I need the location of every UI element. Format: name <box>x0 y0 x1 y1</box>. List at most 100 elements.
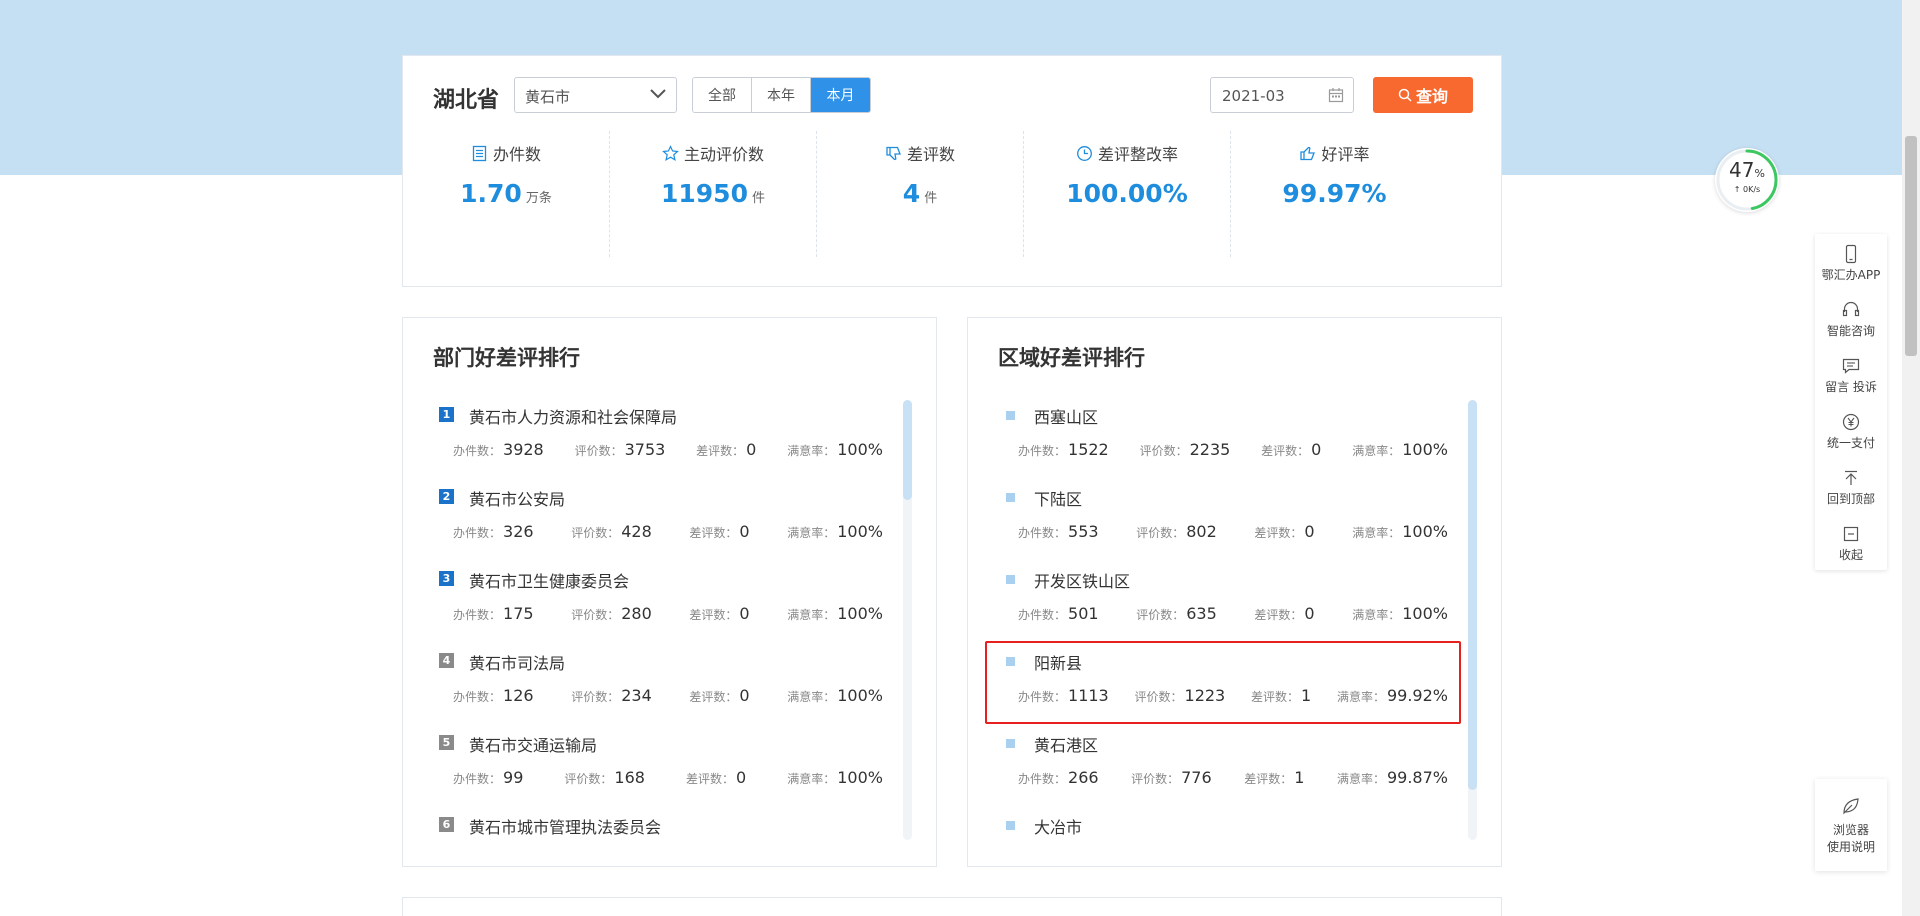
side-item-collapse[interactable]: 收起 <box>1815 516 1887 572</box>
side-item-back-to-top[interactable]: 回到顶部 <box>1815 460 1887 516</box>
network-speed-widget[interactable]: 47% ↑ 0K/s <box>1715 148 1779 212</box>
stat-label: 满意率： <box>787 690 836 704</box>
speed-percent: 47% <box>1715 158 1779 182</box>
period-tab-all[interactable]: 全部 <box>693 78 752 112</box>
stat-value: 100% <box>837 604 883 623</box>
stat-label: 差评数： <box>689 608 738 622</box>
list-scrollbar-thumb[interactable] <box>903 400 912 500</box>
period-tab-month[interactable]: 本月 <box>811 78 870 112</box>
list-scrollbar[interactable] <box>1468 400 1477 840</box>
list-item[interactable]: 西塞山区 办件数： 1522 评价数： 2235 差评数： 0 满意率： 100% <box>998 398 1468 480</box>
date-value: 2021-03 <box>1222 87 1285 105</box>
list-item[interactable]: 6 黄石市城市管理执法委员会 <box>433 808 903 836</box>
list-item[interactable]: 5 黄石市交通运输局 办件数： 99 评价数： 168 差评数： 0 满意率： 100% <box>433 726 903 808</box>
stat-value: 326 <box>503 522 534 541</box>
dept-ranking-list: 1 黄石市人力资源和社会保障局 办件数： 3928 评价数： 3753 差评数： 0 … <box>433 398 903 836</box>
period-tab-year[interactable]: 本年 <box>752 78 811 112</box>
bullet <box>1006 821 1015 830</box>
bullet <box>1006 575 1015 584</box>
metric-bad-count: 差评数 4件 <box>817 131 1024 257</box>
panel-title: 区域好差评排行 <box>998 346 1145 370</box>
thumb-up-icon <box>1300 146 1316 160</box>
side-item-message[interactable]: 留言 投诉 <box>1815 348 1887 404</box>
item-name: 西塞山区 <box>1034 408 1099 427</box>
stat-value: 175 <box>503 604 534 623</box>
clock-icon <box>1077 145 1092 161</box>
side-item-app[interactable]: 鄂汇办APP <box>1815 236 1887 292</box>
metric-label: 主动评价数 <box>683 145 764 164</box>
rank-badge: 2 <box>439 489 454 504</box>
stat-value: 266 <box>1068 768 1099 787</box>
metric-value: 99.97% <box>1282 179 1387 208</box>
list-item[interactable]: 2 黄石市公安局 办件数： 326 评价数： 428 差评数： 0 满意率： 100% <box>433 480 903 562</box>
item-stats: 办件数： 501 评价数： 635 差评数： 0 满意率： 100% <box>1018 604 1448 623</box>
metric-label: 差评整改率 <box>1097 145 1178 164</box>
browser-help-button[interactable]: 浏览器 使用说明 <box>1815 779 1887 871</box>
stat-label: 差评数： <box>1244 772 1293 786</box>
stat-label: 差评数： <box>1254 526 1303 540</box>
stat-label: 评价数： <box>574 444 623 458</box>
stat-value: 280 <box>621 604 652 623</box>
item-stats: 办件数： 326 评价数： 428 差评数： 0 满意率： 100% <box>453 522 883 541</box>
stat-value: 100% <box>1402 522 1448 541</box>
stat-label: 满意率： <box>1352 608 1401 622</box>
list-item[interactable]: 大冶市 <box>998 808 1468 836</box>
list-item[interactable]: 3 黄石市卫生健康委员会 办件数： 175 评价数： 280 差评数： 0 满意率： 1… <box>433 562 903 644</box>
page-scrollbar-thumb[interactable] <box>1905 136 1917 356</box>
list-scrollbar-thumb[interactable] <box>1468 400 1477 790</box>
metric-good-rate: 好评率 99.97% <box>1231 131 1438 257</box>
side-item-consult[interactable]: 智能咨询 <box>1815 292 1887 348</box>
item-stats: 办件数： 266 评价数： 776 差评数： 1 满意率： 99.87% <box>1018 768 1448 787</box>
stat-label: 满意率： <box>1336 772 1385 786</box>
stat-label: 满意率： <box>1352 526 1401 540</box>
stat-value: 234 <box>621 686 652 705</box>
stat-label: 满意率： <box>787 526 836 540</box>
date-picker-input[interactable]: 2021-03 <box>1210 77 1354 113</box>
metric-value: 1.70 <box>460 179 522 208</box>
list-item[interactable]: 1 黄石市人力资源和社会保障局 办件数： 3928 评价数： 3753 差评数： 0 … <box>433 398 903 480</box>
item-name: 黄石市交通运输局 <box>469 736 598 755</box>
page-scrollbar[interactable] <box>1902 0 1920 916</box>
metric-eval-count: 主动评价数 11950 件 <box>610 131 817 257</box>
metric-unit: 件 <box>924 191 938 206</box>
stat-value: 100% <box>1402 604 1448 623</box>
stat-value: 99.87% <box>1386 768 1448 787</box>
browser-help-line1: 浏览器 <box>1832 823 1869 837</box>
rank-badge: 3 <box>439 571 454 586</box>
stat-label: 评价数： <box>1136 608 1185 622</box>
stat-label: 评价数： <box>571 526 620 540</box>
stat-label: 办件数： <box>1018 772 1067 786</box>
side-item-label: 收起 <box>1838 548 1863 562</box>
query-button[interactable]: 查询 <box>1373 77 1473 113</box>
list-item[interactable]: 4 黄石市司法局 办件数： 126 评价数： 234 差评数： 0 满意率： 100% <box>433 644 903 726</box>
stat-label: 满意率： <box>787 608 836 622</box>
dept-ranking-panel: 部门好差评排行 1 黄石市人力资源和社会保障局 办件数： 3928 评价数： 375… <box>402 317 937 867</box>
item-name: 黄石市司法局 <box>469 654 566 673</box>
rank-badge: 4 <box>439 653 454 668</box>
side-item-payment[interactable]: 统一支付 <box>1815 404 1887 460</box>
list-item[interactable]: 黄石港区 办件数： 266 评价数： 776 差评数： 1 满意率： 99.87% <box>998 726 1468 808</box>
side-item-label: 回到顶部 <box>1826 492 1875 506</box>
metric-label: 办件数 <box>492 145 541 164</box>
bullet <box>1006 411 1015 420</box>
metric-label: 好评率 <box>1321 145 1370 164</box>
side-item-label: 智能咨询 <box>1826 324 1875 338</box>
metric-unit: 万条 <box>525 191 552 206</box>
stat-label: 差评数： <box>1254 608 1303 622</box>
metric-value: 4 <box>902 179 921 208</box>
stat-label: 办件数： <box>453 444 502 458</box>
list-item[interactable]: 开发区铁山区 办件数： 501 评价数： 635 差评数： 0 满意率： 100% <box>998 562 1468 644</box>
bullet <box>1006 493 1015 502</box>
list-item[interactable]: 下陆区 办件数： 553 评价数： 802 差评数： 0 满意率： 100% <box>998 480 1468 562</box>
metric-unit: 件 <box>751 191 765 206</box>
side-item-label: 鄂汇办APP <box>1821 268 1881 282</box>
headset-icon <box>1842 301 1860 317</box>
stat-value: 0 <box>739 686 750 705</box>
bottom-panel <box>402 897 1502 916</box>
list-scrollbar[interactable] <box>903 400 912 840</box>
stat-value: 100% <box>1402 440 1448 459</box>
side-item-label: 统一支付 <box>1826 436 1875 450</box>
stat-label: 评价数： <box>1131 772 1180 786</box>
stat-value: 168 <box>614 768 645 787</box>
city-select[interactable]: 黄石市 <box>514 77 677 113</box>
